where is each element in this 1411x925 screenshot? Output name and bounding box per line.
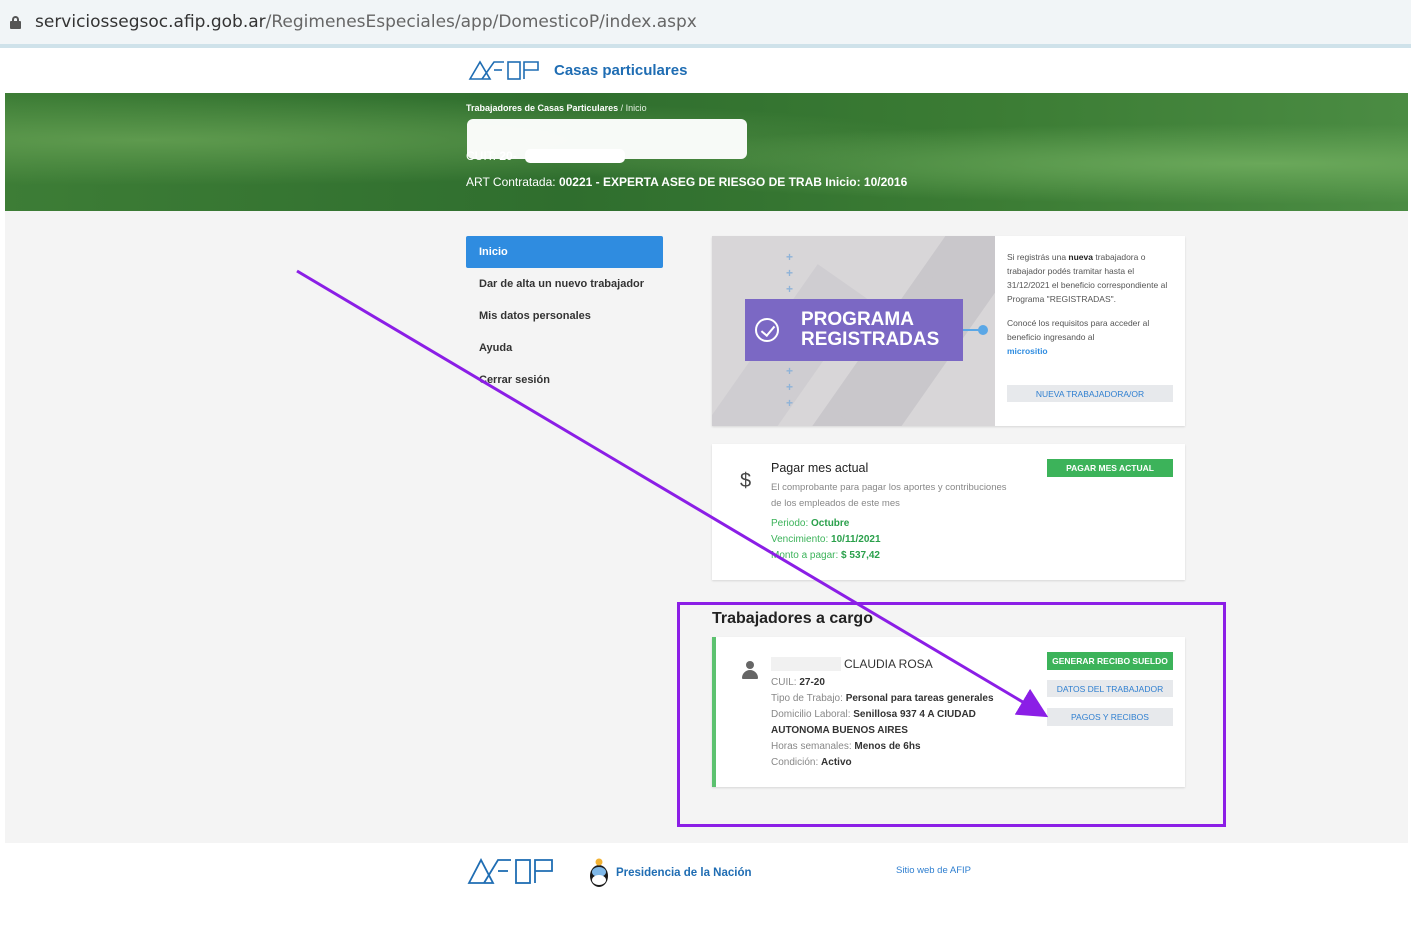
registradas-title-line1: PROGRAMA xyxy=(801,309,914,330)
vencimiento-line: Vencimiento: 10/11/2021 xyxy=(771,534,881,545)
breadcrumb-item-trabajadores[interactable]: Trabajadores de Casas Particulares xyxy=(466,103,618,113)
breadcrumb-item-inicio: Inicio xyxy=(625,103,647,113)
pagar-title: Pagar mes actual xyxy=(771,461,869,475)
presidencia-logo[interactable]: Presidencia de la Nación xyxy=(588,858,752,888)
browser-address-bar[interactable]: serviciossegsoc.afip.gob.ar/RegimenesEsp… xyxy=(0,0,1411,48)
breadcrumb: Trabajadores de Casas Particulares / Ini… xyxy=(466,103,647,113)
nav-item-dar-de-alta[interactable]: Dar de alta un nuevo trabajador xyxy=(466,268,663,300)
registradas-card: + + + + + + PROGRAMA REGISTRADAS Si regi… xyxy=(712,236,1185,426)
nav-item-ayuda[interactable]: Ayuda xyxy=(466,332,663,364)
registradas-title: PROGRAMA REGISTRADAS xyxy=(801,310,939,350)
lock-icon xyxy=(10,15,21,29)
monto-line: Monto a pagar: $ 537,42 xyxy=(771,550,880,561)
registradas-text: Si registrás una nueva trabajadora o tra… xyxy=(1007,250,1177,358)
dollar-icon: $ xyxy=(740,470,752,492)
nav-item-inicio[interactable]: Inicio xyxy=(466,236,663,268)
escudo-icon xyxy=(590,858,608,887)
nav-item-cerrar-sesion[interactable]: Cerrar sesión xyxy=(466,364,663,396)
url-domain: serviciossegsoc.afip.gob.ar xyxy=(35,12,266,32)
header-banner: Trabajadores de Casas Particulares / Ini… xyxy=(5,93,1408,211)
sitio-web-afip-link[interactable]: Sitio web de AFIP xyxy=(896,865,971,876)
registradas-badge: PROGRAMA REGISTRADAS xyxy=(745,299,963,361)
annotation-highlight-box xyxy=(677,602,1226,827)
connector-dot xyxy=(978,325,988,335)
registradas-banner-image: + + + + + + PROGRAMA REGISTRADAS xyxy=(712,236,995,426)
breadcrumb-separator: / xyxy=(620,103,624,113)
nueva-trabajadora-button[interactable]: NUEVA TRABAJADORA/OR xyxy=(1007,385,1173,402)
brand-header[interactable]: Casas particulares xyxy=(468,56,687,84)
afip-footer-logo-icon xyxy=(467,858,553,884)
presidencia-text: Presidencia de la Nación xyxy=(616,867,752,879)
art-label: ART Contratada: xyxy=(466,175,556,189)
brand-name: Casas particulares xyxy=(554,61,688,79)
url-path: /RegimenesEspeciales/app/DomesticoP/inde… xyxy=(265,12,697,32)
pagar-mes-actual-button[interactable]: PAGAR MES ACTUAL xyxy=(1047,459,1173,477)
registradas-paragraph-1: Si registrás una nueva trabajadora o tra… xyxy=(1007,252,1168,304)
pagar-mes-card: $ Pagar mes actual El comprobante para p… xyxy=(712,444,1185,580)
art-value: 00221 - EXPERTA ASEG DE RIESGO DE TRAB I… xyxy=(558,175,908,189)
nav-item-mis-datos[interactable]: Mis datos personales xyxy=(466,300,663,332)
pagar-description: El comprobante para pagar los aportes y … xyxy=(771,482,1007,509)
micrositio-link[interactable]: micrositio xyxy=(1007,346,1048,356)
art-line: ART Contratada: 00221 - EXPERTA ASEG DE … xyxy=(466,175,907,189)
periodo-line: Periodo: Octubre xyxy=(771,518,850,529)
afip-logo-icon xyxy=(468,60,539,80)
registradas-title-line2: REGISTRADAS xyxy=(801,329,940,350)
check-circle-icon xyxy=(755,318,779,342)
url-text[interactable]: serviciossegsoc.afip.gob.ar/RegimenesEsp… xyxy=(35,12,697,32)
sidebar-nav: Inicio Dar de alta un nuevo trabajador M… xyxy=(466,236,663,396)
redaction-mark-small xyxy=(525,149,625,163)
registradas-paragraph-2: Conocé los requisitos para acceder al be… xyxy=(1007,318,1150,356)
